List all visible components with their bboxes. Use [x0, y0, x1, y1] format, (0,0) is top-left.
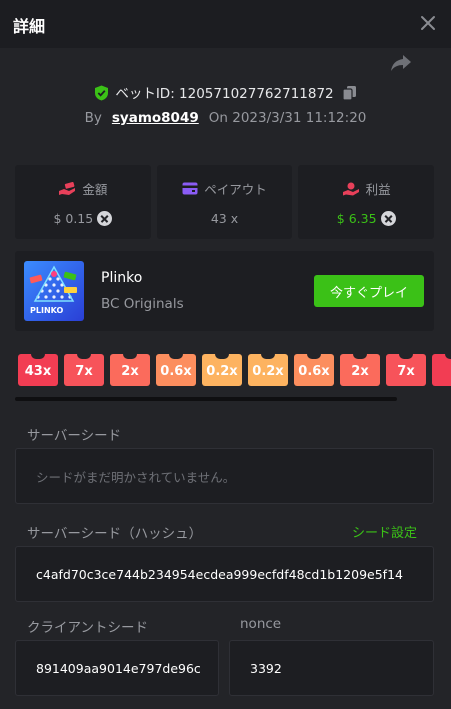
- multiplier-chip-label: 7x: [397, 363, 415, 379]
- wallet-icon: [182, 182, 198, 195]
- close-icon[interactable]: [419, 14, 437, 32]
- profit-hand-icon: [342, 182, 359, 195]
- game-card: PLINKO Plinko BC Originals 今すぐプレイ: [15, 251, 434, 331]
- stat-payout: ペイアウト 43 x: [156, 165, 293, 239]
- server-seed-label: サーバーシード: [27, 428, 122, 444]
- money-hand-icon: [59, 181, 76, 195]
- dialog-title: 詳細: [13, 17, 46, 36]
- multiplier-chip: 2x: [340, 354, 380, 386]
- bet-datetime: 2023/3/31 11:12:20: [232, 110, 367, 126]
- server-seed-hash-label: サーバーシード（ハッシュ）: [27, 526, 203, 542]
- stat-profit-value: $ 6.35: [336, 211, 377, 226]
- stat-profit: 利益 $ 6.35: [298, 165, 435, 239]
- multiplier-chip: 7x: [64, 354, 104, 386]
- horizontal-scrollbar[interactable]: [15, 397, 397, 401]
- multiplier-chip: 7x: [386, 354, 426, 386]
- dialog-header: 詳細: [0, 0, 451, 48]
- game-thumb-text: PLINKO: [30, 306, 64, 315]
- multiplier-chip: 0.6x: [156, 354, 196, 386]
- coin-icon: [97, 211, 113, 226]
- nonce-label: nonce: [240, 616, 282, 632]
- server-seed-hash-field[interactable]: c4afd70c3ce744b234954ecdea999ecfdf48cd1b…: [15, 546, 434, 602]
- multiplier-chip-label: 0.6x: [298, 363, 330, 379]
- stat-profit-label: 利益: [365, 182, 391, 197]
- seed-settings-link[interactable]: シード設定: [352, 522, 417, 541]
- copy-icon[interactable]: [342, 85, 357, 101]
- multiplier-chip-label: 0.2x: [252, 363, 284, 379]
- bet-byline: By syamo8049 On 2023/3/31 11:12:20: [0, 110, 451, 126]
- bet-id-line: ベットID: 120571027762711872: [0, 82, 451, 102]
- nonce-field[interactable]: 3392: [229, 640, 434, 696]
- on-label: On: [208, 110, 228, 126]
- stat-payout-value: 43 x: [210, 211, 239, 226]
- bet-id-text: ベットID: 120571027762711872: [115, 86, 334, 102]
- coin-icon: [380, 211, 396, 226]
- server-seed-field[interactable]: シードがまだ明かされていません。: [15, 448, 434, 504]
- by-label: By: [84, 110, 102, 126]
- bet-user-link[interactable]: syamo8049: [112, 110, 199, 126]
- multiplier-chip-label: 43x: [24, 363, 52, 379]
- multiplier-chip: 0.6x: [294, 354, 334, 386]
- client-seed-field[interactable]: 891409aa9014e797de96c: [15, 640, 219, 696]
- bet-stats: 金額 $ 0.15 ペイアウト 43 x 利益 $ 6.35: [15, 165, 435, 239]
- multiplier-chip: 0.2x: [202, 354, 242, 386]
- shield-check-icon: [95, 85, 109, 101]
- multiplier-chip-label: 2x: [121, 363, 139, 379]
- multiplier-chip-partial: [432, 354, 451, 386]
- multiplier-chip-label: 7x: [75, 363, 93, 379]
- game-name: Plinko: [101, 270, 143, 286]
- client-seed-label: クライアントシード: [27, 620, 148, 636]
- stat-amount: 金額 $ 0.15: [15, 165, 151, 239]
- game-thumbnail[interactable]: PLINKO: [24, 261, 84, 321]
- multiplier-chip-label: 0.2x: [206, 363, 238, 379]
- game-provider: BC Originals: [101, 296, 184, 312]
- multiplier-strip[interactable]: 43x 7x 2x 0.6x 0.2x 0.2x 0.6x 2x 7x: [18, 352, 451, 388]
- share-icon[interactable]: [390, 53, 412, 73]
- multiplier-chip: 2x: [110, 354, 150, 386]
- stat-payout-label: ペイアウト: [204, 182, 267, 197]
- multiplier-chip-label: 0.6x: [160, 363, 192, 379]
- play-now-button[interactable]: 今すぐプレイ: [314, 275, 424, 307]
- multiplier-chip: 0.2x: [248, 354, 288, 386]
- multiplier-chip-label: 2x: [351, 363, 369, 379]
- stat-amount-label: 金額: [82, 182, 108, 197]
- stat-amount-value: $ 0.15: [53, 211, 94, 226]
- multiplier-chip: 43x: [18, 354, 58, 386]
